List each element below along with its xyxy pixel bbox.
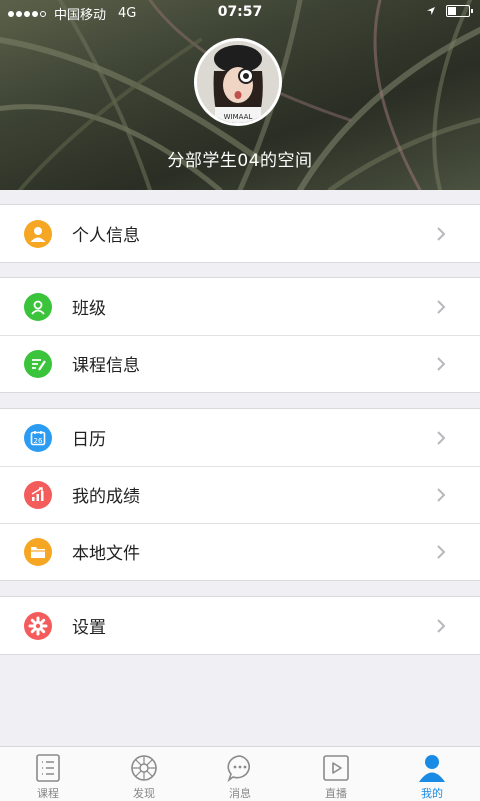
person-icon [419, 755, 445, 782]
list-icon [36, 754, 60, 782]
chevron-right-icon [437, 356, 446, 371]
tab-mine[interactable]: 我的 [384, 747, 480, 801]
tab-messages[interactable]: 消息 [192, 747, 288, 801]
menu-item-label: 班级 [72, 299, 106, 319]
status-bar: 中国移动 4G 07:57 [0, 0, 480, 24]
tab-label: 消息 [229, 787, 251, 800]
menu-item-calendar[interactable]: 26 日历 [0, 409, 480, 466]
grades-icon [24, 480, 52, 509]
menu-item-course-info[interactable]: 课程信息 [0, 335, 480, 392]
menu-item-label: 本地文件 [72, 544, 140, 564]
tab-label: 直播 [325, 787, 347, 800]
gear-icon [24, 611, 52, 640]
menu-item-my-grades[interactable]: 我的成绩 [0, 466, 480, 523]
menu-item-label: 设置 [72, 618, 106, 638]
chevron-right-icon [437, 430, 446, 445]
menu-item-personal-info[interactable]: 个人信息 [0, 205, 480, 262]
menu-item-label: 日历 [72, 430, 106, 450]
menu-item-class[interactable]: 班级 [0, 278, 480, 335]
chevron-right-icon [437, 299, 446, 314]
calendar-icon: 26 [24, 423, 52, 452]
menu-group-4: 设置 [0, 596, 480, 655]
tab-bar: 课程 发现 消息 直播 我的 [0, 746, 480, 801]
menu-item-local-files[interactable]: 本地文件 [0, 523, 480, 580]
tab-label: 课程 [37, 787, 59, 800]
tab-label: 发现 [133, 787, 155, 800]
folder-icon [24, 537, 52, 566]
tab-courses[interactable]: 课程 [0, 747, 96, 801]
svg-text:WIMAAL: WIMAAL [224, 113, 253, 121]
battery-icon [446, 5, 473, 17]
status-time: 07:57 [217, 4, 263, 20]
location-arrow-icon [427, 7, 435, 15]
menu-group-3: 26 日历 我的成绩 本地文件 [0, 408, 480, 581]
class-icon [24, 292, 52, 321]
menu-item-label: 我的成绩 [72, 487, 140, 507]
chevron-right-icon [437, 487, 446, 502]
menu-item-label: 个人信息 [72, 226, 140, 246]
menu-group-1: 个人信息 [0, 204, 480, 263]
avatar[interactable]: WIMAAL [194, 38, 282, 126]
chevron-right-icon [437, 544, 446, 559]
user-photo-icon: WIMAAL [197, 41, 279, 123]
chevron-right-icon [437, 226, 446, 241]
person-icon [24, 219, 52, 248]
chevron-right-icon [437, 618, 446, 633]
calendar-badge: 26 [34, 437, 43, 445]
space-title: 分部学生04的空间 [167, 151, 313, 171]
tab-label: 我的 [421, 787, 443, 800]
tab-live[interactable]: 直播 [288, 747, 384, 801]
compass-icon [131, 755, 157, 781]
tab-discover[interactable]: 发现 [96, 747, 192, 801]
profile-header: 中国移动 4G 07:57 WIMAAL 分部学生04的空间 [0, 0, 480, 190]
menu-item-label: 课程信息 [72, 356, 140, 376]
menu-group-2: 班级 课程信息 [0, 277, 480, 393]
menu-item-settings[interactable]: 设置 [0, 597, 480, 654]
course-info-icon [24, 349, 52, 378]
play-icon [323, 755, 349, 781]
chat-icon [227, 755, 250, 783]
